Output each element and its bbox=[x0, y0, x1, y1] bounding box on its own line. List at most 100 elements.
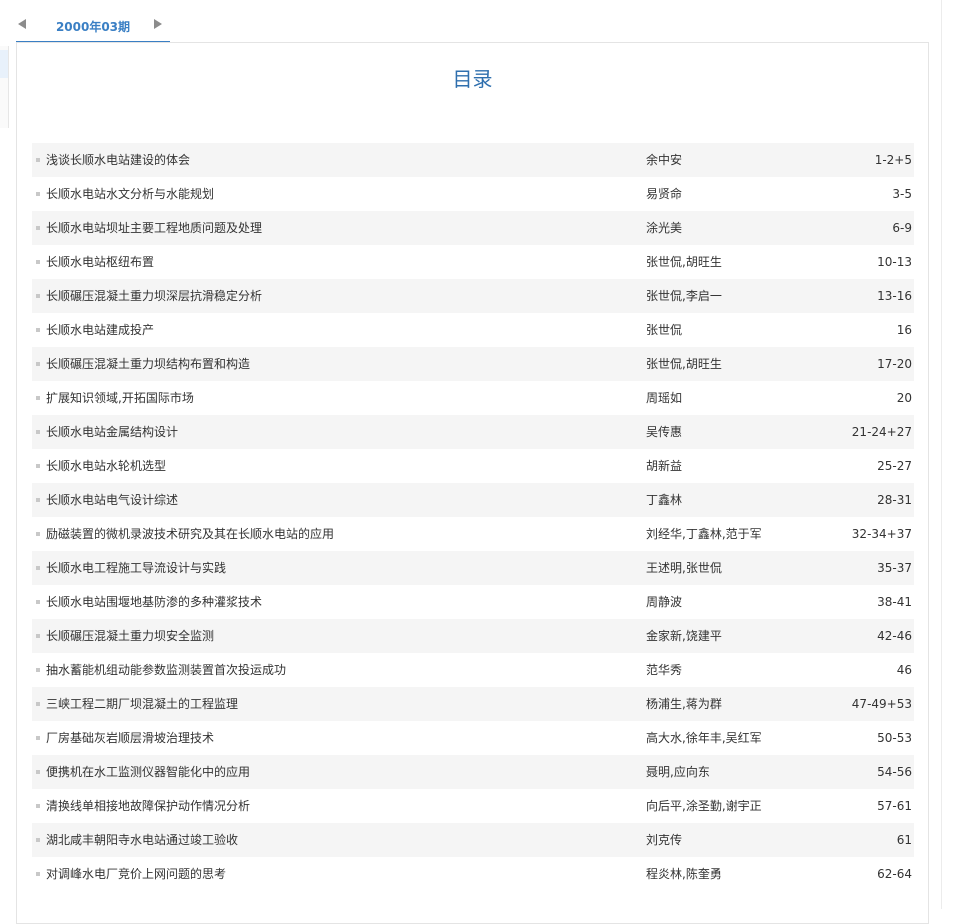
toc-item-title-link[interactable]: 抽水蓄能机组动能参数监测装置首次投运成功 bbox=[46, 653, 286, 687]
toc-item-pages: 46 bbox=[896, 663, 912, 677]
toc-item[interactable]: 便携机在水工监测仪器智能化中的应用 聂明,应向东 54-56 bbox=[32, 755, 914, 789]
toc-item-pages: 17-20 bbox=[877, 357, 912, 371]
toc-item[interactable]: 长顺水电工程施工导流设计与实践 王述明,张世侃 35-37 bbox=[32, 551, 914, 585]
toc-item[interactable]: 长顺水电站金属结构设计 吴传惠 21-24+27 bbox=[32, 415, 914, 449]
toc-panel: 目录 浅谈长顺水电站建设的体会 余中安 1-2+5 长顺水电站水文分析与水能规划 易贤命… bbox=[16, 42, 929, 924]
scroll-edge bbox=[941, 0, 942, 909]
toc-item-title-link[interactable]: 对调峰水电厂竞价上网问题的思考 bbox=[46, 857, 226, 891]
toc-item-title-link[interactable]: 湖北咸丰朝阳寺水电站通过竣工验收 bbox=[46, 823, 238, 857]
toc-item-authors: 胡新益 bbox=[646, 459, 683, 473]
toc-heading: 目录 bbox=[452, 67, 493, 91]
toc-item-authors: 周瑶如 bbox=[646, 391, 683, 405]
bullet-icon bbox=[36, 804, 40, 808]
toc-item-authors: 刘克传 bbox=[646, 833, 683, 847]
toc-item-authors: 涂光美 bbox=[646, 221, 683, 235]
toc-item[interactable]: 长顺水电站水文分析与水能规划 易贤命 3-5 bbox=[32, 177, 914, 211]
toc-item-title-link[interactable]: 长顺水电站水轮机选型 bbox=[46, 449, 166, 483]
toc-item[interactable]: 湖北咸丰朝阳寺水电站通过竣工验收 刘克传 61 bbox=[32, 823, 914, 857]
toc-item-pages: 62-64 bbox=[877, 867, 912, 881]
bullet-icon bbox=[36, 294, 40, 298]
toc-item-title-link[interactable]: 长顺水电站坝址主要工程地质问题及处理 bbox=[46, 211, 262, 245]
toc-item[interactable]: 厂房基础灰岩顺层滑坡治理技术 高大水,徐年丰,吴红军 50-53 bbox=[32, 721, 914, 755]
issue-tab-bar: 2000年03期 bbox=[16, 14, 170, 43]
toc-item[interactable]: 长顺水电站围堰地基防渗的多种灌浆技术 周静波 38-41 bbox=[32, 585, 914, 619]
toc-item-title-link[interactable]: 长顺水电站围堰地基防渗的多种灌浆技术 bbox=[46, 585, 262, 619]
bullet-icon bbox=[36, 532, 40, 536]
toc-item-title-link[interactable]: 长顺碾压混凝土重力坝安全监测 bbox=[46, 619, 214, 653]
toc-item[interactable]: 抽水蓄能机组动能参数监测装置首次投运成功 范华秀 46 bbox=[32, 653, 914, 687]
toc-item-pages: 57-61 bbox=[877, 799, 912, 813]
toc-item-title-link[interactable]: 长顺碾压混凝土重力坝结构布置和构造 bbox=[46, 347, 250, 381]
toc-item[interactable]: 清换线单相接地故障保护动作情况分析 向后平,涂圣勤,谢宇正 57-61 bbox=[32, 789, 914, 823]
toc-item[interactable]: 长顺碾压混凝土重力坝深层抗滑稳定分析 张世侃,李启一 13-16 bbox=[32, 279, 914, 313]
toc-item[interactable]: 扩展知识领域,开拓国际市场 周瑶如 20 bbox=[32, 381, 914, 415]
toc-item[interactable]: 励磁装置的微机录波技术研究及其在长顺水电站的应用 刘经华,丁鑫林,范于军 32-34… bbox=[32, 517, 914, 551]
toc-item-authors: 聂明,应向东 bbox=[646, 765, 710, 779]
toc-item-pages: 38-41 bbox=[877, 595, 912, 609]
toc-item-authors: 吴传惠 bbox=[646, 425, 683, 439]
toc-item[interactable]: 长顺水电站电气设计综述 丁鑫林 28-31 bbox=[32, 483, 914, 517]
toc-item-pages: 32-34+37 bbox=[851, 527, 912, 541]
toc-item-authors: 杨浦生,蒋为群 bbox=[646, 697, 722, 711]
toc-item-title-link[interactable]: 长顺水电站电气设计综述 bbox=[46, 483, 178, 517]
bullet-icon bbox=[36, 192, 40, 196]
toc-item-authors: 张世侃 bbox=[646, 323, 683, 337]
toc-item-pages: 35-37 bbox=[877, 561, 912, 575]
toc-item[interactable]: 长顺碾压混凝土重力坝安全监测 金家新,饶建平 42-46 bbox=[32, 619, 914, 653]
toc-item[interactable]: 长顺水电站水轮机选型 胡新益 25-27 bbox=[32, 449, 914, 483]
bullet-icon bbox=[36, 226, 40, 230]
bullet-icon bbox=[36, 838, 40, 842]
bullet-icon bbox=[36, 498, 40, 502]
toc-item-title-link[interactable]: 长顺水电站水文分析与水能规划 bbox=[46, 177, 214, 211]
bullet-icon bbox=[36, 328, 40, 332]
bullet-icon bbox=[36, 362, 40, 366]
bullet-icon bbox=[36, 158, 40, 162]
side-panel-edge bbox=[0, 46, 9, 128]
toc-item-pages: 25-27 bbox=[877, 459, 912, 473]
toc-item-title-link[interactable]: 长顺碾压混凝土重力坝深层抗滑稳定分析 bbox=[46, 279, 262, 313]
toc-item-authors: 金家新,饶建平 bbox=[646, 629, 722, 643]
toc-item-authors: 程炎林,陈奎勇 bbox=[646, 867, 722, 881]
toc-item-title-link[interactable]: 三峡工程二期厂坝混凝土的工程监理 bbox=[46, 687, 238, 721]
toc-item-authors: 丁鑫林 bbox=[646, 493, 683, 507]
toc-item-pages: 1-2+5 bbox=[874, 153, 912, 167]
toc-item-pages: 6-9 bbox=[892, 221, 912, 235]
toc-item-authors: 周静波 bbox=[646, 595, 683, 609]
toc-item-title-link[interactable]: 长顺水电工程施工导流设计与实践 bbox=[46, 551, 226, 585]
issue-tab-label[interactable]: 2000年03期 bbox=[16, 19, 170, 35]
toc-item-authors: 张世侃,胡旺生 bbox=[646, 357, 722, 371]
toc-item[interactable]: 三峡工程二期厂坝混凝土的工程监理 杨浦生,蒋为群 47-49+53 bbox=[32, 687, 914, 721]
toc-item-title-link[interactable]: 长顺水电站枢纽布置 bbox=[46, 245, 154, 279]
toc-item-pages: 16 bbox=[896, 323, 912, 337]
toc-item-pages: 10-13 bbox=[877, 255, 912, 269]
toc-item-title-link[interactable]: 励磁装置的微机录波技术研究及其在长顺水电站的应用 bbox=[46, 517, 334, 551]
bullet-icon bbox=[36, 702, 40, 706]
toc-item-pages: 42-46 bbox=[877, 629, 912, 643]
toc-item-title-link[interactable]: 长顺水电站金属结构设计 bbox=[46, 415, 178, 449]
toc-item[interactable]: 长顺水电站坝址主要工程地质问题及处理 涂光美 6-9 bbox=[32, 211, 914, 245]
toc-item[interactable]: 长顺水电站建成投产 张世侃 16 bbox=[32, 313, 914, 347]
toc-item-title-link[interactable]: 厂房基础灰岩顺层滑坡治理技术 bbox=[46, 721, 214, 755]
toc-item-authors: 刘经华,丁鑫林,范于军 bbox=[646, 527, 762, 541]
toc-item-pages: 54-56 bbox=[877, 765, 912, 779]
triangle-right-icon[interactable] bbox=[154, 19, 162, 29]
toc-item[interactable]: 长顺水电站枢纽布置 张世侃,胡旺生 10-13 bbox=[32, 245, 914, 279]
toc-item-pages: 21-24+27 bbox=[851, 425, 912, 439]
bullet-icon bbox=[36, 872, 40, 876]
toc-item-pages: 61 bbox=[896, 833, 912, 847]
toc-item-title-link[interactable]: 扩展知识领域,开拓国际市场 bbox=[46, 381, 194, 415]
toc-item-authors: 易贤命 bbox=[646, 187, 683, 201]
toc-item-authors: 范华秀 bbox=[646, 663, 683, 677]
toc-item[interactable]: 浅谈长顺水电站建设的体会 余中安 1-2+5 bbox=[32, 143, 914, 177]
toc-item-title-link[interactable]: 长顺水电站建成投产 bbox=[46, 313, 154, 347]
toc-item-pages: 28-31 bbox=[877, 493, 912, 507]
toc-item-pages: 50-53 bbox=[877, 731, 912, 745]
toc-item[interactable]: 对调峰水电厂竞价上网问题的思考 程炎林,陈奎勇 62-64 bbox=[32, 857, 914, 891]
toc-item-title-link[interactable]: 清换线单相接地故障保护动作情况分析 bbox=[46, 789, 250, 823]
toc-item-title-link[interactable]: 便携机在水工监测仪器智能化中的应用 bbox=[46, 755, 250, 789]
toc-item-pages: 13-16 bbox=[877, 289, 912, 303]
toc-item-title-link[interactable]: 浅谈长顺水电站建设的体会 bbox=[46, 143, 190, 177]
bullet-icon bbox=[36, 770, 40, 774]
bullet-icon bbox=[36, 464, 40, 468]
toc-item[interactable]: 长顺碾压混凝土重力坝结构布置和构造 张世侃,胡旺生 17-20 bbox=[32, 347, 914, 381]
